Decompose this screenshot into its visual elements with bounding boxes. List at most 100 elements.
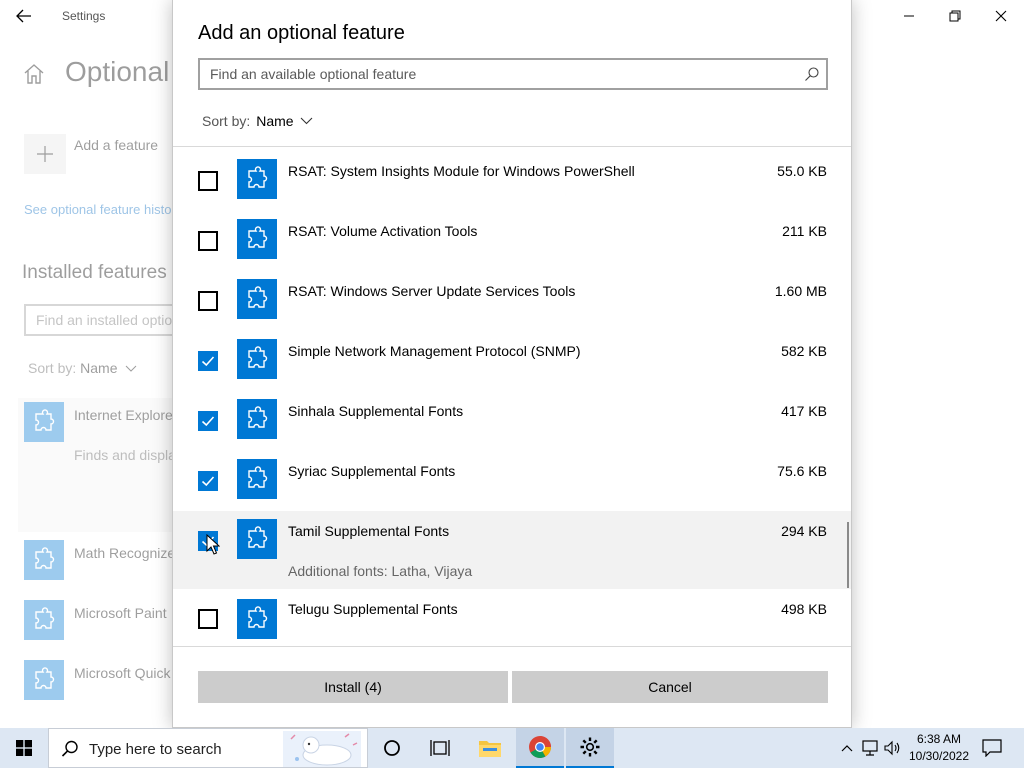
feature-name: RSAT: Volume Activation Tools (288, 223, 478, 239)
feature-size: 294 KB (781, 523, 827, 539)
puzzle-icon (35, 667, 55, 689)
task-view-icon (430, 740, 450, 756)
feature-row[interactable]: RSAT: System Insights Module for Windows… (173, 147, 851, 207)
search-icon (61, 740, 78, 757)
task-view-button[interactable] (416, 728, 464, 768)
feature-tile (24, 660, 64, 700)
windows-logo-icon (16, 740, 32, 756)
feature-search-input[interactable] (200, 60, 790, 88)
app-title: Settings (62, 9, 106, 23)
feature-checkbox[interactable] (198, 351, 218, 371)
start-button[interactable] (0, 728, 48, 768)
feature-checkbox[interactable] (198, 231, 218, 251)
feature-checkbox[interactable] (198, 471, 218, 491)
feature-size: 582 KB (781, 343, 827, 359)
taskbar-search-box[interactable]: Type here to search (48, 728, 368, 768)
feature-tile (237, 159, 277, 199)
back-arrow-icon (16, 9, 31, 23)
notification-icon (982, 739, 1002, 757)
minimize-button[interactable] (886, 0, 932, 32)
feature-checkbox[interactable] (198, 171, 218, 191)
feature-search-box[interactable] (198, 58, 828, 90)
mouse-cursor-icon (206, 534, 220, 555)
feature-tile (24, 402, 64, 442)
cortana-button[interactable] (368, 728, 416, 768)
feature-tile (237, 459, 277, 499)
installed-sort-value: Name (80, 360, 118, 376)
chevron-down-icon (126, 365, 137, 372)
plus-icon (37, 146, 53, 162)
feature-name: Sinhala Supplemental Fonts (288, 403, 464, 419)
checkmark-icon (201, 476, 215, 487)
puzzle-icon (248, 226, 268, 248)
notification-center-button[interactable] (978, 728, 1006, 768)
sort-label: Sort by: (202, 113, 251, 129)
installed-item-name: Microsoft Paint (74, 605, 167, 621)
file-explorer-button[interactable] (466, 728, 514, 768)
close-button[interactable] (978, 0, 1024, 32)
chevron-up-icon (841, 745, 853, 752)
home-icon[interactable] (22, 62, 46, 86)
chrome-icon (529, 736, 551, 758)
network-button[interactable] (860, 728, 880, 768)
puzzle-icon (248, 526, 268, 548)
installed-search-input[interactable]: Find an installed optional feature (24, 304, 184, 336)
back-button[interactable] (8, 4, 40, 28)
feature-row-selected[interactable]: Tamil Supplemental Fonts 294 KB Addition… (173, 511, 851, 589)
feature-history-link[interactable]: See optional feature history (24, 202, 182, 217)
list-bottom-divider (173, 646, 851, 647)
puzzle-icon (248, 606, 268, 628)
volume-button[interactable] (882, 728, 902, 768)
feature-checkbox[interactable] (198, 291, 218, 311)
add-feature-button[interactable] (24, 134, 66, 174)
feature-row[interactable]: Simple Network Management Protocol (SNMP… (173, 327, 851, 387)
feature-checkbox[interactable] (198, 609, 218, 629)
feature-detail: Additional fonts: Latha, Vijaya (288, 563, 473, 579)
taskbar-clock[interactable]: 6:38 AM 10/30/2022 (900, 731, 978, 765)
feature-row[interactable]: Syriac Supplemental Fonts 75.6 KB (173, 447, 851, 507)
cortana-circle-icon (384, 740, 400, 756)
puzzle-icon (248, 406, 268, 428)
feature-tile (237, 399, 277, 439)
installed-item-name: Math Recognizer (74, 545, 180, 561)
feature-name: Telugu Supplemental Fonts (288, 601, 458, 617)
feature-row[interactable]: Sinhala Supplemental Fonts 417 KB (173, 387, 851, 447)
clock-date: 10/30/2022 (908, 749, 970, 763)
installed-sort-dropdown[interactable]: Sort by: Name (28, 360, 137, 376)
feature-tile (237, 279, 277, 319)
feature-size: 417 KB (781, 403, 827, 419)
search-highlight-illustration-icon (283, 731, 361, 767)
installed-item-microsoft-paint[interactable]: Microsoft Paint (24, 600, 184, 640)
installed-item-math-recognizer[interactable]: Math Recognizer (24, 540, 184, 580)
restore-icon (949, 10, 961, 22)
sort-dropdown[interactable]: Sort by: Name (202, 113, 313, 129)
feature-row[interactable]: Telugu Supplemental Fonts 498 KB (173, 589, 851, 645)
feature-tile (24, 600, 64, 640)
install-button[interactable]: Install (4) (198, 671, 508, 703)
clock-time: 6:38 AM (916, 732, 962, 746)
folder-icon (479, 741, 501, 757)
speaker-icon (884, 740, 900, 756)
feature-row[interactable]: RSAT: Windows Server Update Services Too… (173, 267, 851, 327)
show-hidden-icons-button[interactable] (838, 728, 856, 768)
installed-item-internet-explorer[interactable]: Internet Explorer 11 Finds and displays … (24, 402, 355, 463)
add-feature-label[interactable]: Add a feature (74, 137, 158, 153)
feature-tile (237, 599, 277, 639)
feature-tile (237, 519, 277, 559)
feature-checkbox[interactable] (198, 411, 218, 431)
feature-row[interactable]: RSAT: Volume Activation Tools 211 KB (173, 207, 851, 267)
list-scrollbar[interactable] (847, 522, 849, 588)
feature-list: RSAT: System Insights Module for Windows… (173, 147, 851, 645)
installed-item-quick-assist[interactable]: Microsoft Quick Assist (24, 660, 211, 700)
cancel-button[interactable]: Cancel (512, 671, 828, 703)
feature-name: Simple Network Management Protocol (SNMP… (288, 343, 581, 359)
installed-features-heading: Installed features (22, 262, 167, 283)
chrome-button[interactable] (516, 728, 564, 768)
search-icon[interactable] (804, 66, 820, 82)
gear-icon (580, 737, 600, 757)
feature-tile (24, 540, 64, 580)
sort-value: Name (256, 113, 294, 129)
puzzle-icon (248, 346, 268, 368)
settings-taskbar-button[interactable] (566, 728, 614, 768)
restore-button[interactable] (932, 0, 978, 32)
